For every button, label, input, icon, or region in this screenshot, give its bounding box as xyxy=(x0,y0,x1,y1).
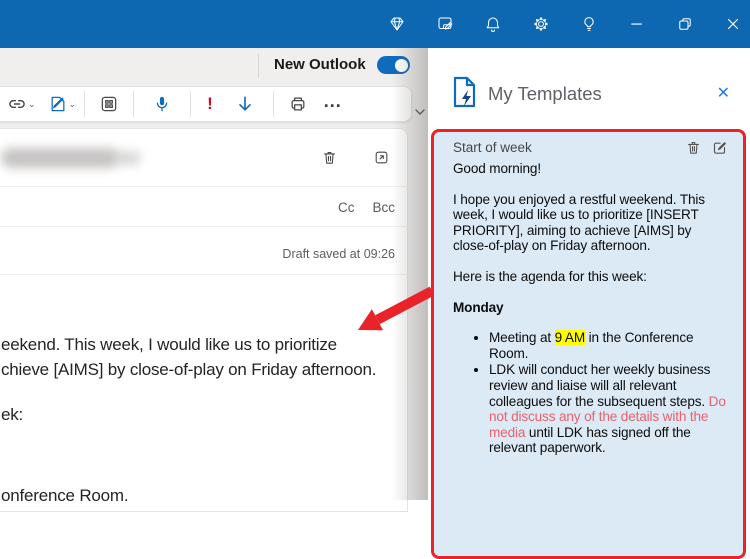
tips-lightbulb-icon[interactable] xyxy=(579,15,598,34)
settings-gear-icon[interactable] xyxy=(531,15,550,34)
bcc-link[interactable]: Bcc xyxy=(372,200,395,215)
email-body-line[interactable]: chieve [AIMS] by close-of-play on Friday… xyxy=(1,360,377,380)
dictate-mic-icon[interactable] xyxy=(140,89,184,119)
toggle-knob xyxy=(394,58,408,72)
print-icon[interactable] xyxy=(280,89,316,119)
discard-trash-icon[interactable] xyxy=(321,149,338,166)
mail-workspace: New Outlook ⌄ ⌄ ! ... Cc Bcc Draft saved… xyxy=(0,48,430,512)
window-titlebar xyxy=(0,0,750,48)
field-divider xyxy=(0,274,409,275)
notifications-bell-icon[interactable] xyxy=(483,15,502,34)
template-card-header: Start of week xyxy=(453,140,727,155)
delete-template-trash-icon[interactable] xyxy=(686,140,701,155)
feedback-note-icon[interactable] xyxy=(435,15,454,34)
restore-icon[interactable] xyxy=(675,15,694,34)
cc-link[interactable]: Cc xyxy=(338,200,355,215)
email-body-line[interactable]: ek: xyxy=(1,405,23,425)
highlighted-text: 9 AM xyxy=(554,330,585,346)
template-bullet: LDK will conduct her weekly business rev… xyxy=(489,362,727,456)
draft-saved-status: Draft saved at 09:26 xyxy=(282,247,395,261)
template-card-start-of-week[interactable]: Start of week Good morning! I hope you e… xyxy=(431,129,746,559)
template-agenda-intro: Here is the agenda for this week: xyxy=(453,268,647,284)
recipient-redacted xyxy=(115,151,141,165)
move-down-arrow-icon[interactable] xyxy=(223,89,267,119)
compose-toolbar: ⌄ ⌄ ! ... xyxy=(0,86,412,122)
more-options-icon[interactable]: ... xyxy=(316,89,352,119)
close-window-icon[interactable] xyxy=(723,15,742,34)
my-templates-panel: My Templates ✕ Start of week Good mornin… xyxy=(428,48,750,559)
edit-template-icon[interactable] xyxy=(712,140,727,155)
panel-close-icon[interactable]: ✕ xyxy=(717,83,730,103)
compose-pane: Cc Bcc Draft saved at 09:26 eekend. This… xyxy=(0,128,409,512)
new-outlook-toggle[interactable] xyxy=(377,56,410,74)
template-title: Start of week xyxy=(453,140,532,155)
toolbar-divider xyxy=(84,91,86,117)
template-paragraph: I hope you enjoyed a restful weekend. Th… xyxy=(453,191,705,254)
template-greeting: Good morning! xyxy=(453,161,541,176)
template-body: Good morning! I hope you enjoyed a restf… xyxy=(453,161,727,456)
premium-gem-icon[interactable] xyxy=(387,15,406,34)
new-outlook-label: New Outlook xyxy=(274,56,366,73)
email-body-line[interactable]: onference Room. xyxy=(1,486,129,506)
header-divider xyxy=(258,54,259,78)
recipient-redacted xyxy=(1,148,119,168)
field-divider xyxy=(0,226,409,227)
importance-high-icon[interactable]: ! xyxy=(197,89,223,119)
templates-addin-icon xyxy=(451,76,478,108)
chevron-down-icon[interactable]: ⌄ xyxy=(69,99,77,110)
bullet-text: Meeting at xyxy=(489,330,555,346)
chevron-down-icon[interactable]: ⌄ xyxy=(28,99,36,110)
toolbar-divider xyxy=(133,91,135,117)
template-day-heading: Monday xyxy=(453,299,504,315)
field-divider xyxy=(0,186,409,187)
toolbar-divider xyxy=(190,91,192,117)
minimize-icon[interactable] xyxy=(627,15,646,34)
titlebar-icon-group xyxy=(387,0,742,48)
insert-link-icon[interactable] xyxy=(7,89,27,119)
email-body-line[interactable]: eekend. This week, I would like us to pr… xyxy=(1,335,337,355)
ccbcc-links: Cc Bcc xyxy=(338,200,395,215)
template-bullet-list: Meeting at 9 AM in the Conference Room. … xyxy=(489,330,727,456)
signature-pen-icon[interactable] xyxy=(48,89,68,119)
apps-grid-icon[interactable] xyxy=(91,89,127,119)
open-in-new-window-icon[interactable] xyxy=(373,149,390,166)
panel-title: My Templates xyxy=(488,83,602,104)
new-outlook-row: New Outlook xyxy=(0,48,430,86)
template-bullet: Meeting at 9 AM in the Conference Room. xyxy=(489,330,727,361)
bullet-text: LDK will conduct her weekly business rev… xyxy=(489,362,711,409)
collapse-ribbon-chevron-icon[interactable] xyxy=(412,104,428,120)
toolbar-divider xyxy=(272,91,274,117)
panel-header: My Templates ✕ xyxy=(428,48,750,128)
